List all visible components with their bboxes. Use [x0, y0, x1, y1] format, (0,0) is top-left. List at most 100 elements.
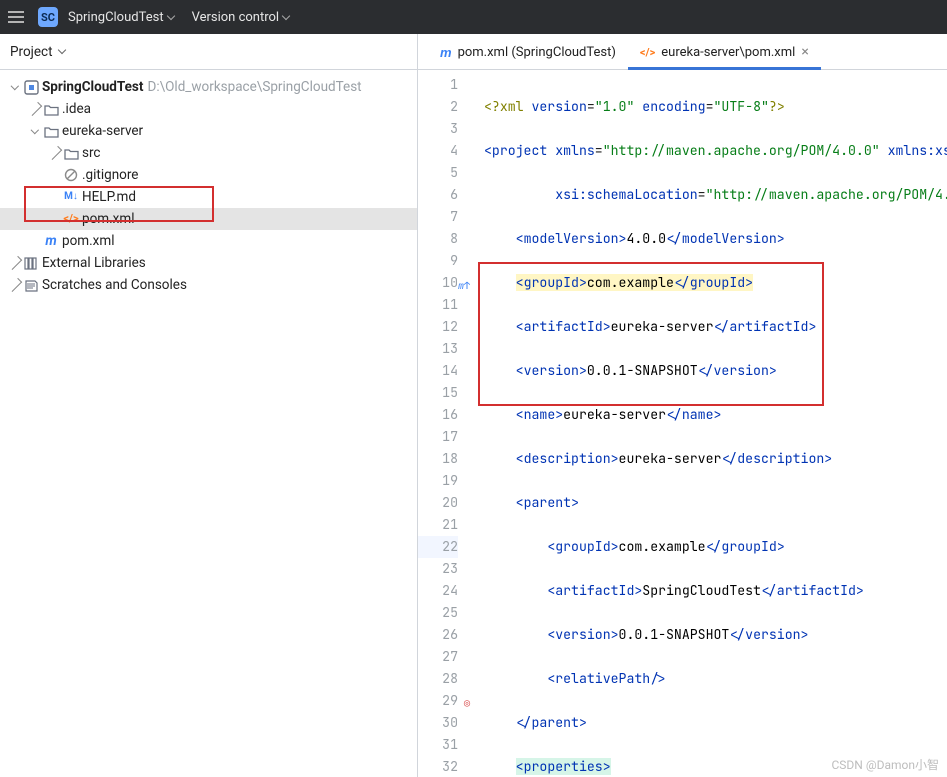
tree-item-external-libs[interactable]: External Libraries — [0, 252, 417, 274]
line-number: 25 — [418, 602, 458, 624]
chevron-right-icon[interactable] — [8, 282, 22, 288]
tree-item-help[interactable]: M↓ HELP.md — [0, 186, 417, 208]
line-number: 22 — [418, 536, 458, 558]
code-line: <name>eureka-server</name> — [484, 404, 947, 426]
line-number: 8 — [418, 228, 458, 250]
code-line: <modelVersion>4.0.0</modelVersion> — [484, 228, 947, 250]
chevron-down-icon[interactable] — [28, 130, 42, 133]
project-selector[interactable]: SpringCloudTest — [68, 10, 174, 25]
line-number: 13 — [418, 338, 458, 360]
main-menu-icon[interactable] — [4, 5, 28, 29]
project-name-label: SpringCloudTest — [68, 10, 164, 25]
line-number: 10m↑ — [418, 272, 458, 294]
maven-gutter-icon[interactable]: m↑ — [458, 275, 470, 297]
code-line: <relativePath/> — [484, 668, 947, 690]
maven-file-icon: m — [440, 45, 452, 60]
editor-tabs: m pom.xml (SpringCloudTest) </> eureka-s… — [418, 34, 947, 70]
code-area[interactable]: <?xml version="1.0" encoding="UTF-8"?> <… — [468, 70, 947, 777]
tree-item-pom-module[interactable]: </> pom.xml — [0, 208, 417, 230]
tab-pom-root[interactable]: m pom.xml (SpringCloudTest) — [428, 35, 628, 69]
project-badge[interactable]: SC — [38, 7, 58, 27]
line-number: 24 — [418, 580, 458, 602]
tree-item-eureka[interactable]: eureka-server — [0, 120, 417, 142]
code-line: <parent> — [484, 492, 947, 514]
chevron-down-icon — [57, 46, 65, 54]
close-icon[interactable]: × — [801, 45, 808, 59]
code-line: </parent> — [484, 712, 947, 734]
line-number: 15 — [418, 382, 458, 404]
module-icon — [22, 80, 40, 95]
line-number: 3 — [418, 118, 458, 140]
line-number: 23 — [418, 558, 458, 580]
tree-label: src — [82, 142, 100, 164]
ignore-file-icon — [62, 168, 80, 182]
tree-root[interactable]: SpringCloudTest D:\Old_workspace\SpringC… — [0, 76, 417, 98]
folder-icon — [42, 103, 60, 116]
code-line: <project xmlns="http://maven.apache.org/… — [484, 140, 947, 162]
line-number: 1 — [418, 74, 458, 96]
xml-file-icon: </> — [640, 46, 655, 59]
code-line: <version>0.0.1-SNAPSHOT</version> — [484, 360, 947, 382]
vcs-menu[interactable]: Version control — [192, 10, 290, 25]
chevron-right-icon[interactable] — [28, 106, 42, 112]
folder-icon — [62, 147, 80, 160]
scratch-icon — [22, 279, 40, 292]
chevron-down-icon[interactable] — [8, 86, 22, 89]
line-number: 5 — [418, 162, 458, 184]
tree-label: eureka-server — [62, 120, 143, 142]
tab-label: pom.xml (SpringCloudTest) — [458, 45, 616, 60]
code-line: xsi:schemaLocation="http://maven.apache.… — [484, 184, 947, 206]
tree-label: SpringCloudTest — [42, 76, 143, 98]
tree-item-gitignore[interactable]: .gitignore — [0, 164, 417, 186]
xml-file-icon: </> — [62, 208, 80, 230]
tree-label: .idea — [62, 98, 91, 120]
tree-label: Scratches and Consoles — [42, 274, 187, 296]
line-number: 26 — [418, 624, 458, 646]
line-number: 6 — [418, 184, 458, 206]
gutter-marker-icon[interactable]: ◎ — [464, 693, 470, 715]
line-number: 21 — [418, 514, 458, 536]
line-number: 12 — [418, 316, 458, 338]
line-number: 14 — [418, 360, 458, 382]
line-number: 18 — [418, 448, 458, 470]
code-line: <properties> — [484, 756, 947, 777]
project-tree: SpringCloudTest D:\Old_workspace\SpringC… — [0, 70, 417, 302]
chevron-down-icon — [166, 11, 174, 19]
code-editor[interactable]: 1 2 3 4 5 6 7 8 9 10m↑ 11 12 13 14 15 16… — [418, 70, 947, 777]
code-line: <?xml version="1.0" encoding="UTF-8"?> — [484, 96, 947, 118]
line-number: 28 — [418, 668, 458, 690]
line-number: 27 — [418, 646, 458, 668]
tab-label: eureka-server\pom.xml — [661, 45, 795, 60]
tree-hint: D:\Old_workspace\SpringCloudTest — [147, 76, 361, 98]
editor-panel: m pom.xml (SpringCloudTest) </> eureka-s… — [418, 34, 947, 777]
tree-item-src[interactable]: src — [0, 142, 417, 164]
tree-item-scratches[interactable]: Scratches and Consoles — [0, 274, 417, 296]
line-number: 29◎ — [418, 690, 458, 712]
project-tool-window: Project SpringCloudTest D:\Old_workspace… — [0, 34, 418, 777]
code-line: <groupId>com.example</groupId> — [484, 272, 947, 294]
line-number: 20 — [418, 492, 458, 514]
code-line: <description>eureka-server</description> — [484, 448, 947, 470]
line-number: 31 — [418, 734, 458, 756]
code-line: <artifactId>SpringCloudTest</artifactId> — [484, 580, 947, 602]
chevron-right-icon[interactable] — [8, 260, 22, 266]
line-number: 4 — [418, 140, 458, 162]
tab-pom-eureka[interactable]: </> eureka-server\pom.xml × — [628, 35, 821, 69]
tree-label: .gitignore — [82, 164, 138, 186]
tree-label: pom.xml — [62, 230, 115, 252]
tree-label: HELP.md — [82, 186, 136, 208]
tree-item-idea[interactable]: .idea — [0, 98, 417, 120]
project-tool-header[interactable]: Project — [0, 34, 417, 70]
title-bar: SC SpringCloudTest Version control — [0, 0, 947, 34]
line-number: 11 — [418, 294, 458, 316]
line-number: 17 — [418, 426, 458, 448]
chevron-right-icon[interactable] — [48, 150, 62, 156]
line-number: 16 — [418, 404, 458, 426]
tree-item-pom-root[interactable]: m pom.xml — [0, 230, 417, 252]
code-line: <groupId>com.example</groupId> — [484, 536, 947, 558]
editor-gutter: 1 2 3 4 5 6 7 8 9 10m↑ 11 12 13 14 15 16… — [418, 70, 468, 777]
library-icon — [22, 257, 40, 270]
chevron-down-icon — [282, 11, 290, 19]
project-tool-title: Project — [10, 44, 53, 60]
line-number: 30 — [418, 712, 458, 734]
